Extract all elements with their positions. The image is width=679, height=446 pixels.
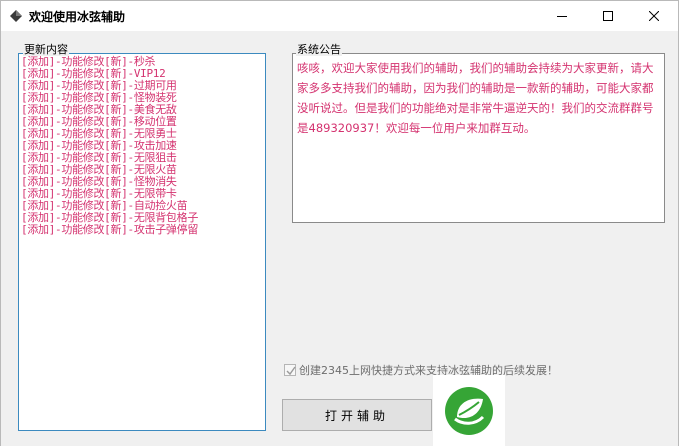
title-bar[interactable]: 欢迎使用冰弦辅助 [1,1,678,31]
shortcut-checkbox-label: 创建2345上网快捷方式来支持冰弦辅助的后续发展！ [299,364,554,377]
updates-items: [添加]-功能修改[新]-秒杀 [添加]-功能修改[新]-VIP12 [添加]-… [19,54,265,236]
close-button[interactable] [631,1,677,31]
shortcut-option[interactable]: 创建2345上网快捷方式来支持冰弦辅助的后续发展！ [284,363,554,377]
minimize-icon [557,16,567,17]
window-title: 欢迎使用冰弦辅助 [29,10,126,24]
green-leaf-logo-icon [445,387,493,435]
notice-text: 咳咳，欢迎大家使用我们的辅助，我们的辅助会持续为大家更新，请大家多多支持我们的辅… [297,61,654,135]
maximize-button[interactable] [585,1,631,31]
close-icon [649,11,659,21]
notice-textbox[interactable]: 咳咳，欢迎大家使用我们的辅助，我们的辅助会持续为大家更新，请大家多多支持我们的辅… [292,53,665,223]
maximize-icon [603,11,613,21]
notice-label: 系统公告 [296,43,342,56]
updates-list[interactable]: [添加]-功能修改[新]-秒杀 [添加]-功能修改[新]-VIP12 [添加]-… [18,53,266,431]
checkmark-icon [286,366,296,376]
open-assist-button[interactable]: 打开辅助 [282,399,432,431]
main-window: 欢迎使用冰弦辅助 [添加]-功能修改[新]-秒杀 [添加]-功能修改[新]-VI… [0,0,679,446]
app-icon [9,9,23,23]
list-item[interactable]: [添加]-功能修改[新]-攻击子弹停留 [21,224,265,236]
updates-label: 更新内容 [23,43,69,56]
minimize-button[interactable] [539,1,585,31]
watermark [433,375,505,446]
shortcut-checkbox[interactable] [284,364,296,376]
